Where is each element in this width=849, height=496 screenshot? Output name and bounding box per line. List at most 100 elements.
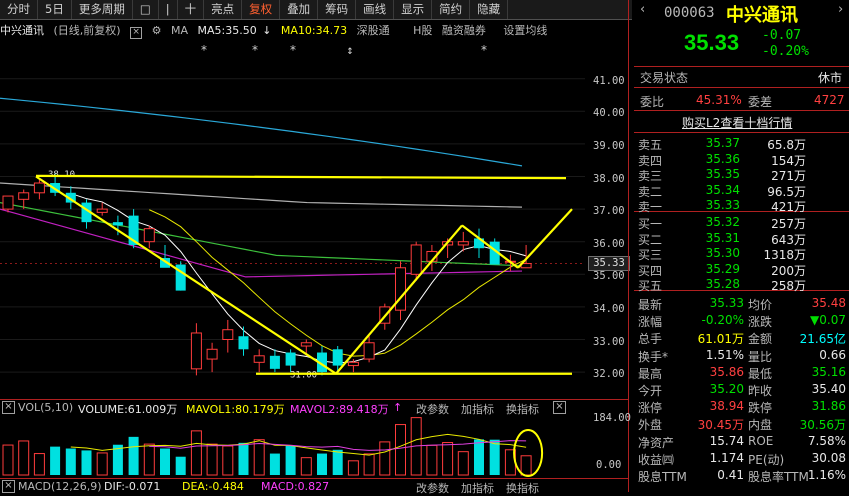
stat-row: 换手* 1.51% 量比 0.66 xyxy=(634,347,849,364)
window-icon[interactable]: □ xyxy=(133,0,159,19)
ask-label: 卖四 xyxy=(638,153,663,168)
price-change-pct: -0.20% xyxy=(762,44,809,59)
stat-row: 外盘 30.45万 内盘 30.56万 xyxy=(634,416,849,432)
ask-label: 卖二 xyxy=(638,184,663,199)
tab-chips[interactable]: 筹码 xyxy=(318,0,357,19)
macd-add-indicator-button[interactable]: 加指标 xyxy=(461,480,494,496)
bid-row: 买四 35.29 200万 xyxy=(634,262,849,278)
volume-bar xyxy=(50,446,61,475)
tab-adjust[interactable]: 复权 xyxy=(242,0,281,19)
stat-value: 35.86 xyxy=(709,364,744,379)
more-periods-button[interactable]: 更多周期 xyxy=(72,0,133,19)
volume-bar xyxy=(222,445,234,476)
trend-line xyxy=(35,175,337,375)
candle-body xyxy=(222,329,234,341)
bid-label: 买二 xyxy=(638,232,663,247)
volume-bar xyxy=(96,452,108,476)
macd-change-params-button[interactable]: 改参数 xyxy=(416,480,449,496)
l2-purchase-link[interactable]: 购买L2查看十档行情 xyxy=(682,114,792,131)
volume-bar xyxy=(347,460,359,476)
settings-icon[interactable]: ⚙ xyxy=(152,24,162,37)
candle-body xyxy=(206,348,218,360)
link-shengutong[interactable]: 深股通 xyxy=(357,24,390,37)
price-axis-label: 33.00 xyxy=(593,335,625,348)
stat-label: 涨幅 xyxy=(638,315,663,330)
candle-body xyxy=(253,355,265,363)
tab-intraday[interactable]: 分时 xyxy=(0,0,38,19)
price-axis-label: 41.00 xyxy=(593,74,625,87)
volume-chart[interactable] xyxy=(0,415,585,477)
stat-value: -0.20% xyxy=(701,313,744,328)
close-volume-icon[interactable]: × xyxy=(2,401,15,414)
volume-bar xyxy=(379,441,391,476)
stat-value: 1.174 xyxy=(709,450,744,465)
stat-label: ROE xyxy=(748,433,774,448)
tab-drawing[interactable]: 画线 xyxy=(356,0,395,19)
bid-price: 35.30 xyxy=(705,246,740,260)
bid-volume: 1318万 xyxy=(763,248,806,262)
volume-bar xyxy=(300,457,312,476)
candle-body xyxy=(300,342,312,347)
candle-body xyxy=(190,332,202,370)
event-marker-icon: ↕ xyxy=(346,43,353,57)
stat-value: 1.51% xyxy=(705,347,744,362)
weibi-row: 委比 45.31% 委差 4727 xyxy=(634,93,849,109)
separator-icon[interactable]: | xyxy=(159,0,178,19)
tab-highlights[interactable]: 亮点 xyxy=(204,0,243,19)
ask-row: 卖三 35.35 271万 xyxy=(634,167,849,183)
macd-panel-header: × MACD(12,26,9) DIF:-0.071 DEA:-0.484 MA… xyxy=(0,478,628,496)
ma5-value: MA5:35.50 xyxy=(197,24,257,37)
close-macd-icon[interactable]: × xyxy=(2,480,15,493)
stat-value: 61.01万 xyxy=(697,332,744,347)
stat-label: 收益㈣ xyxy=(638,452,675,467)
candle-body xyxy=(285,352,296,366)
volume-bar xyxy=(489,439,500,475)
vol-close-icon[interactable]: × xyxy=(553,401,566,414)
low-price-label: 31.00 xyxy=(290,371,317,381)
candlestick-chart[interactable]: ****↕38.1031.00 xyxy=(0,40,632,400)
link-ma-settings[interactable]: 设置均线 xyxy=(503,24,547,37)
stat-row: 总手 61.01万 金额 21.65亿 xyxy=(634,330,849,347)
price-axis-label: 39.00 xyxy=(593,139,625,152)
stat-value: 35.16 xyxy=(811,364,846,379)
bid-volume: 200万 xyxy=(771,263,806,278)
volume-bar xyxy=(395,424,406,476)
volume-bar xyxy=(520,455,532,476)
current-price-tag: 35.33 xyxy=(588,256,630,271)
macd-switch-indicator-button[interactable]: 换指标 xyxy=(506,480,539,496)
price-axis-label: 35.00 xyxy=(593,270,625,283)
event-marker-icon: * xyxy=(200,43,207,57)
volume-bar xyxy=(2,444,14,476)
crosshair-icon[interactable]: 十 xyxy=(178,0,205,19)
next-stock-icon[interactable]: › xyxy=(838,2,843,17)
tab-display[interactable]: 显示 xyxy=(394,0,433,19)
bid-row: 买一 35.32 257万 xyxy=(634,215,849,231)
bid-price: 35.28 xyxy=(705,277,740,291)
tab-simple[interactable]: 简约 xyxy=(432,0,471,19)
stat-row: 净资产 15.74 ROE 7.58% xyxy=(634,433,849,450)
volume-bar xyxy=(190,430,202,476)
stat-label: 最高 xyxy=(638,366,663,381)
link-margin[interactable]: 融资融券 xyxy=(442,24,486,37)
prev-stock-icon[interactable]: ‹ xyxy=(640,2,645,17)
candle-body xyxy=(347,361,359,367)
close-chart-icon[interactable]: × xyxy=(130,27,143,39)
tab-overlay[interactable]: 叠加 xyxy=(280,0,319,19)
bid-row: 买五 35.28 258万 xyxy=(634,277,849,293)
volume-bar xyxy=(317,453,327,475)
stat-label: 股息率TTM xyxy=(748,470,809,484)
stock-name-header: 中兴通讯 xyxy=(726,5,798,26)
stat-value: 21.65亿 xyxy=(799,332,846,347)
bid-price: 35.31 xyxy=(705,230,740,245)
tab-5day[interactable]: 5日 xyxy=(38,0,72,19)
stat-label: 换手* xyxy=(638,349,669,364)
candle-body xyxy=(410,244,422,275)
ask-label: 卖三 xyxy=(638,169,663,183)
trading-status-row: 交易状态 休市 xyxy=(634,69,849,85)
candle-body xyxy=(143,228,155,243)
ma60-line xyxy=(0,201,523,267)
link-h-share[interactable]: H股 xyxy=(413,24,432,37)
tab-hide[interactable]: 隐藏 xyxy=(470,0,509,19)
stat-value: 35.40 xyxy=(811,382,846,396)
macd-dea: DEA:-0.484 xyxy=(182,480,244,493)
